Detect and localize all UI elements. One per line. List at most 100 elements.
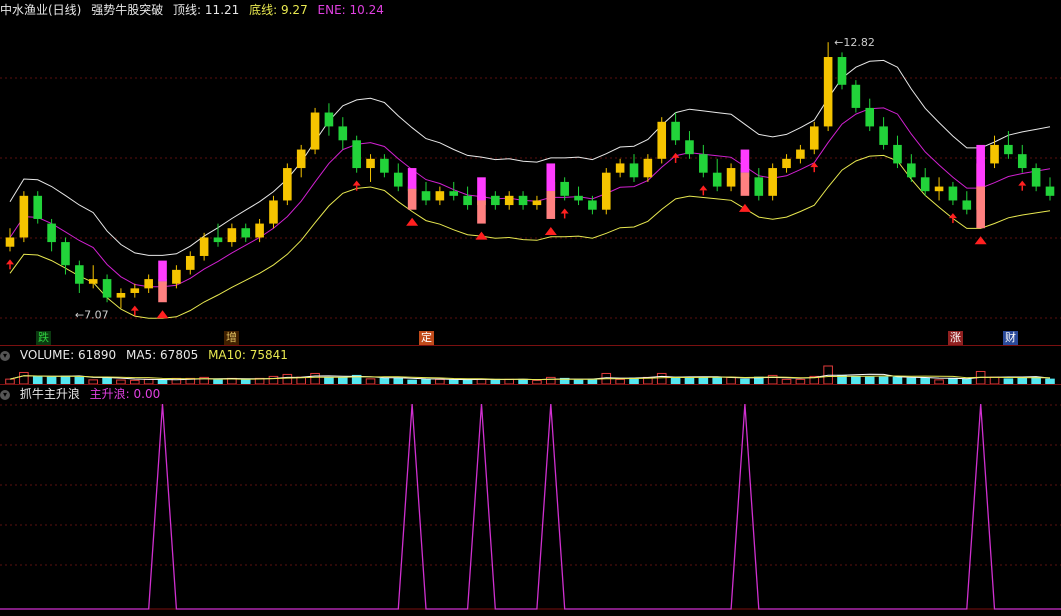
- candle-body: [1004, 144, 1013, 155]
- volume-bar: [282, 373, 293, 385]
- candle-body: [796, 149, 805, 159]
- volume-bar: [670, 376, 681, 385]
- volume-bar: [310, 372, 320, 385]
- triangle-marker: [406, 217, 419, 226]
- signal-bar: [407, 168, 417, 189]
- high-price-label: ←12.82: [834, 36, 875, 49]
- up-arrow-marker: [1018, 180, 1027, 186]
- candle-body: [615, 163, 625, 173]
- signal-bar: [158, 281, 167, 303]
- low-price-label: ←7.07: [75, 308, 109, 321]
- candle-body: [851, 84, 861, 108]
- candle-body: [213, 237, 223, 243]
- candle-body: [449, 191, 459, 196]
- candle-body: [726, 168, 736, 187]
- signal-bar: [976, 186, 985, 229]
- candle-body: [296, 149, 306, 169]
- signal-bar: [477, 200, 486, 224]
- candle-body: [338, 126, 348, 141]
- candle-body: [199, 237, 209, 256]
- tag-increase[interactable]: 增: [224, 331, 239, 345]
- candle-body: [865, 107, 875, 127]
- triangle-marker: [738, 203, 751, 212]
- volume-bar: [268, 375, 279, 385]
- up-arrow-marker: [810, 162, 819, 168]
- signal-bar: [158, 260, 167, 282]
- chart-canvas: ←12.82 ←7.07: [0, 36, 1061, 610]
- main-chart-header: 中水渔业(日线) 强势牛股突破 顶线: 11.21 底线: 9.27 ENE: …: [0, 1, 390, 19]
- candle-body: [657, 121, 667, 159]
- candle-body: [601, 172, 611, 210]
- candle-body: [754, 177, 764, 196]
- candle-body: [283, 168, 292, 201]
- volume-bar: [878, 376, 889, 385]
- top-line-readout: 顶线: 11.21: [173, 3, 240, 17]
- candle-body: [588, 200, 597, 210]
- candle-body: [241, 228, 251, 238]
- candle-body: [685, 140, 694, 155]
- candle-body: [671, 121, 680, 141]
- candle-body: [185, 255, 195, 270]
- ma5-readout: MA5: 67805: [125, 348, 199, 362]
- chevron-down-icon[interactable]: ▾: [0, 350, 10, 361]
- signal-readout: 主升浪: 0.00: [89, 387, 161, 401]
- tag-fall[interactable]: 跌: [36, 331, 51, 345]
- candle-body: [962, 200, 972, 210]
- tag-wealth[interactable]: 财: [1003, 331, 1018, 345]
- candle-body: [907, 163, 916, 178]
- volume-bar: [19, 371, 29, 385]
- tag-settle[interactable]: 定: [419, 331, 434, 345]
- stock-name[interactable]: 中水渔业(日线): [0, 3, 81, 17]
- candle-body: [1017, 154, 1027, 169]
- volume-bar: [1031, 376, 1041, 385]
- signal-bar: [546, 163, 556, 192]
- candle-body: [255, 223, 264, 238]
- signal-line: [0, 403, 1061, 610]
- volume-bar: [74, 376, 85, 385]
- up-arrow-marker: [948, 213, 957, 219]
- candle-body: [227, 228, 237, 243]
- indicator-title[interactable]: 抓牛主升浪: [20, 387, 80, 401]
- candle-body: [366, 158, 375, 169]
- volume-bar: [32, 375, 43, 385]
- volume-bar: [698, 376, 709, 385]
- chevron-down-icon[interactable]: ▾: [0, 389, 10, 400]
- up-arrow-marker: [352, 180, 361, 186]
- candle-body: [393, 172, 403, 187]
- candle-body: [809, 126, 819, 150]
- candle-body: [47, 223, 56, 243]
- indicator-header: ▾ 抓牛主升浪 主升浪: 0.00: [0, 385, 166, 403]
- volume-bar: [546, 376, 556, 385]
- volume-bar: [656, 372, 667, 385]
- volume-bar: [892, 376, 903, 385]
- ene-readout: ENE: 10.24: [317, 3, 384, 17]
- candle-body: [61, 242, 70, 266]
- volume-bar: [989, 376, 1000, 385]
- ene-line: [9, 107, 1051, 288]
- indicator-name[interactable]: 强势牛股突破: [91, 3, 163, 17]
- candle-body: [574, 195, 583, 201]
- volume-bar: [60, 375, 71, 385]
- ma10-readout: MA10: 75841: [208, 348, 288, 362]
- candle-body: [532, 200, 542, 206]
- candle-body: [643, 158, 653, 178]
- candle-body: [518, 195, 528, 206]
- candle-body: [324, 112, 334, 127]
- candle-body: [920, 177, 930, 192]
- candle-body: [934, 186, 944, 192]
- signal-bar: [407, 188, 417, 210]
- tag-rise[interactable]: 涨: [948, 331, 963, 345]
- volume-bar: [864, 376, 875, 385]
- volume-bar: [46, 376, 57, 385]
- triangle-marker: [974, 236, 987, 245]
- signal-bar: [976, 144, 985, 187]
- candle-body: [116, 292, 126, 298]
- candle-body: [560, 181, 569, 196]
- signal-bar: [740, 172, 750, 196]
- up-arrow-marker: [560, 208, 569, 214]
- candle-body: [5, 237, 15, 247]
- candle-body: [380, 158, 389, 173]
- signal-bar: [740, 149, 750, 173]
- candle-body: [421, 191, 431, 201]
- volume-bar: [851, 375, 861, 385]
